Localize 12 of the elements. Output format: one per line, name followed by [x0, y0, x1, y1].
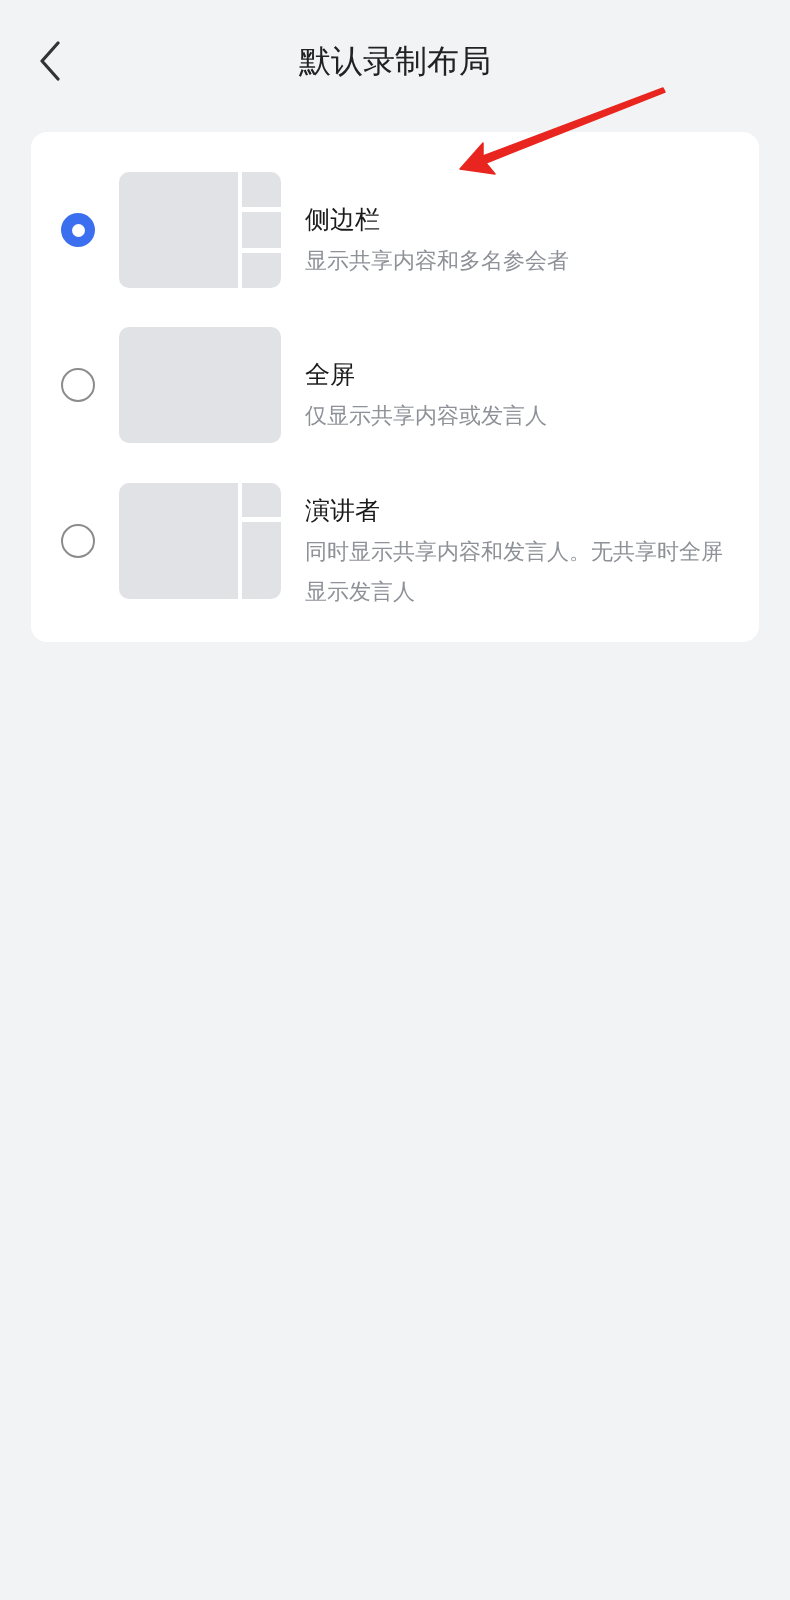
- chevron-left-icon: [39, 41, 61, 81]
- back-button[interactable]: [38, 40, 62, 82]
- radio-button[interactable]: [61, 368, 95, 402]
- option-title: 侧边栏: [305, 204, 381, 236]
- radio-button[interactable]: [61, 213, 95, 247]
- option-title: 全屏: [305, 359, 356, 391]
- option-description: 仅显示共享内容或发言人: [305, 402, 548, 430]
- option-title: 演讲者: [305, 495, 381, 527]
- page-title: 默认录制布局: [299, 41, 491, 82]
- option-description: 同时显示共享内容和发言人。无共享时全屏显示发言人: [305, 538, 724, 606]
- option-description: 显示共享内容和多名参会者: [305, 247, 570, 275]
- radio-button[interactable]: [61, 524, 95, 558]
